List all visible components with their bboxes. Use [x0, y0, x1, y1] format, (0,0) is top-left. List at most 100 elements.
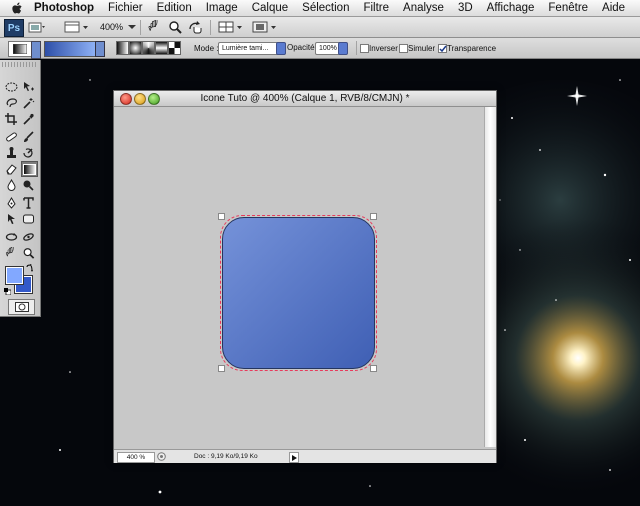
brush-icon: [24, 131, 34, 142]
swap-colors-icon[interactable]: [26, 263, 34, 272]
gradient-editor-swatch[interactable]: [44, 41, 96, 57]
screen-mode-button[interactable]: [252, 20, 278, 34]
foreground-color-swatch[interactable]: [6, 267, 23, 284]
transparency-label: Transparence: [447, 44, 497, 53]
screen-mode-icon: [252, 21, 276, 33]
simulate-label: Simuler: [408, 44, 436, 53]
reverse-checkbox[interactable]: [360, 44, 369, 53]
minimize-window-button[interactable]: [134, 93, 146, 105]
reverse-label: Inverser: [369, 44, 398, 53]
document-title-bar[interactable]: Icone Tuto @ 400% (Calque 1, RVB/8/CMJN)…: [114, 91, 496, 107]
lasso-icon: [6, 98, 17, 108]
tools-panel-grip[interactable]: [2, 62, 37, 67]
tool-preset-picker[interactable]: [8, 41, 32, 57]
bridge-button[interactable]: [28, 20, 46, 34]
path-selection-tool[interactable]: [4, 212, 19, 226]
move-arrow-icon: [24, 82, 34, 92]
brush-tool[interactable]: [21, 130, 36, 144]
radial-gradient-button[interactable]: [129, 41, 142, 55]
bridge-icon: [28, 22, 45, 33]
menu-aide[interactable]: Aide: [595, 2, 632, 14]
zoom-level-select[interactable]: 400%: [100, 20, 137, 34]
blend-mode-dropdown-arrow[interactable]: [276, 42, 286, 55]
rectangular-marquee-tool[interactable]: [4, 80, 19, 94]
separator: [356, 41, 357, 55]
menu-analyse[interactable]: Analyse: [396, 2, 451, 14]
status-menu-arrow[interactable]: [289, 452, 299, 463]
hand-icon: [148, 20, 158, 31]
rotate-view-button[interactable]: [188, 20, 204, 34]
blur-tool[interactable]: [4, 178, 19, 192]
eyedropper-tool[interactable]: [21, 112, 36, 126]
diamond-gradient-button[interactable]: [168, 41, 181, 55]
gradient-picker-dropdown[interactable]: [95, 41, 105, 57]
magic-wand-tool[interactable]: [21, 96, 36, 110]
blend-mode-value: Lumière tami...: [222, 45, 269, 52]
3d-orbit-tool[interactable]: [21, 230, 36, 244]
pen-nib-icon: [7, 197, 16, 209]
menu-app-name[interactable]: Photoshop: [31, 2, 101, 14]
close-window-button[interactable]: [120, 93, 132, 105]
menu-calque[interactable]: Calque: [245, 2, 295, 14]
menu-3d[interactable]: 3D: [451, 2, 480, 14]
view-extras-icon: [64, 21, 88, 33]
transform-handle[interactable]: [370, 365, 377, 372]
menu-filtre[interactable]: Filtre: [356, 2, 396, 14]
blend-mode-select[interactable]: Lumière tami...: [218, 42, 281, 55]
default-colors-icon[interactable]: [4, 286, 12, 296]
gradient-tool[interactable]: [21, 161, 38, 177]
hand-tool-button[interactable]: [148, 20, 162, 34]
type-t-icon: [23, 197, 34, 209]
triangle-right-icon: [291, 454, 297, 461]
menu-fenetre[interactable]: Fenêtre: [541, 2, 595, 14]
crop-tool[interactable]: [4, 112, 19, 126]
tool-preset-dropdown[interactable]: [31, 41, 41, 59]
reflected-gradient-button[interactable]: [155, 41, 168, 55]
opacity-dropdown-arrow[interactable]: [338, 42, 348, 55]
menu-fichier[interactable]: Fichier: [101, 2, 150, 14]
status-info-icon[interactable]: [157, 452, 166, 461]
pen-tool[interactable]: [4, 196, 19, 210]
arrange-documents-button[interactable]: [218, 20, 244, 34]
move-tool[interactable]: [21, 80, 36, 94]
apple-logo-icon[interactable]: [11, 2, 23, 15]
canvas-area[interactable]: [114, 107, 484, 449]
gradient-tool-icon: [23, 163, 36, 175]
3d-rotate-icon: [5, 233, 18, 241]
vertical-scrollbar[interactable]: [484, 107, 496, 447]
selection-marquee: [220, 215, 377, 371]
document-zoom-value: 400 %: [126, 454, 146, 461]
rounded-rectangle-icon: [23, 214, 34, 224]
document-zoom-input[interactable]: 400 %: [117, 452, 155, 463]
hand-tool[interactable]: [4, 246, 19, 260]
arrange-documents-icon: [218, 21, 242, 33]
quick-mask-button[interactable]: [8, 299, 35, 315]
healing-brush-tool[interactable]: [4, 130, 19, 144]
transform-handle[interactable]: [218, 365, 225, 372]
linear-gradient-button[interactable]: [116, 41, 129, 55]
menu-edition[interactable]: Edition: [150, 2, 199, 14]
zoom-tool-button[interactable]: [168, 20, 182, 34]
menu-image[interactable]: Image: [199, 2, 245, 14]
lasso-tool[interactable]: [4, 96, 19, 110]
3d-rotate-tool[interactable]: [4, 230, 19, 244]
photoshop-logo: Ps: [4, 19, 24, 37]
menu-affichage[interactable]: Affichage: [480, 2, 542, 14]
menu-selection[interactable]: Sélection: [295, 2, 356, 14]
clone-stamp-tool[interactable]: [4, 146, 19, 160]
transparency-checkbox[interactable]: [438, 44, 447, 53]
zoom-tool[interactable]: [21, 246, 36, 260]
transform-handle[interactable]: [218, 213, 225, 220]
simulate-checkbox[interactable]: [399, 44, 408, 53]
shape-tool[interactable]: [21, 212, 36, 226]
zoom-window-button[interactable]: [148, 93, 160, 105]
history-brush-tool[interactable]: [21, 146, 36, 160]
type-tool[interactable]: [21, 196, 36, 210]
angle-gradient-button[interactable]: [142, 41, 155, 55]
path-selection-arrow-icon: [8, 214, 15, 225]
eraser-tool[interactable]: [4, 162, 19, 176]
quick-mask-icon: [14, 302, 29, 312]
view-extras-button[interactable]: [64, 20, 90, 34]
transform-handle[interactable]: [370, 213, 377, 220]
dodge-tool[interactable]: [21, 178, 36, 192]
